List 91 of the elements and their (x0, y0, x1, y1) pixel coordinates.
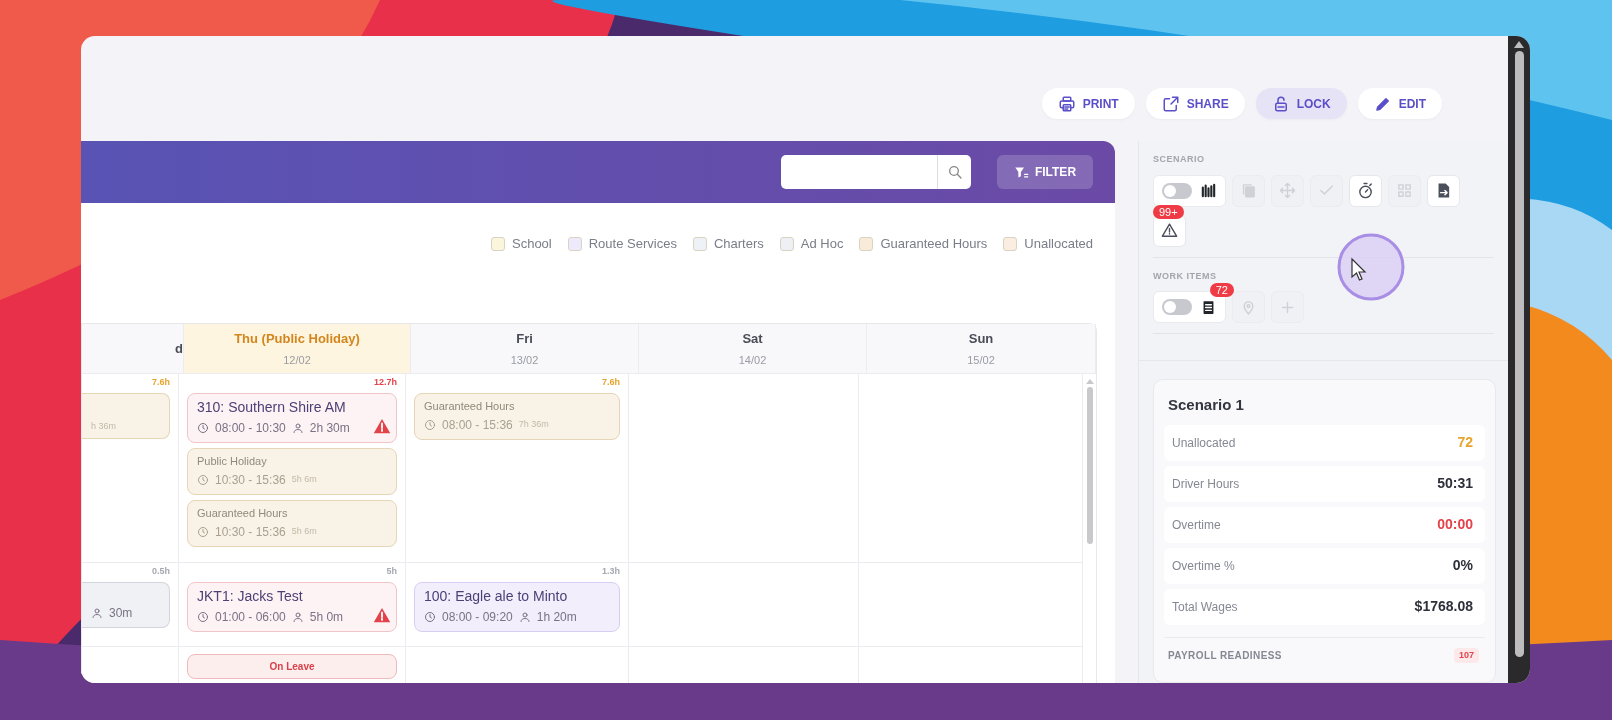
stopwatch-icon (1357, 182, 1374, 199)
stat-value: 50:31 (1437, 474, 1473, 493)
search-button[interactable] (937, 155, 971, 189)
event-time: 08:00 - 10:30 (215, 420, 286, 437)
section-label: SCENARIO (1153, 153, 1206, 166)
section-label: WORK ITEMS (1153, 269, 1218, 283)
event-card[interactable]: On Leave (187, 654, 397, 679)
card-title: Scenario 1 (1168, 395, 1245, 415)
legend-label: Ad Hoc (800, 235, 844, 253)
event-title: Guaranteed Hours (424, 399, 516, 413)
legend-label: Charters (713, 235, 764, 253)
legend-label: Unallocated (1024, 235, 1093, 253)
toolbar-button[interactable]: PRINT (1041, 88, 1135, 119)
day-name: Thu (Public Holiday) (234, 329, 360, 348)
stat-label: Unallocated (1172, 434, 1236, 452)
printer-icon (1057, 94, 1076, 113)
hours-total: 12.7h (374, 376, 397, 388)
hours-total: 5h (386, 565, 397, 577)
hours-total: 0.5h (152, 565, 170, 577)
stat-label: Driver Hours (1172, 475, 1240, 493)
event-title: Public Holiday (197, 454, 268, 468)
clock-icon (197, 611, 209, 623)
stat-label: Overtime (1172, 516, 1221, 534)
day-date: 15/02 (967, 353, 995, 368)
event-card[interactable]: 310: Southern Shire AM 08:00 - 10:30 2h 30m (187, 393, 397, 443)
event-duration: 2h 30m (309, 420, 350, 437)
event-title: 310: Southern Shire AM (197, 399, 347, 416)
event-time: 08:00 - 09:20 (442, 609, 513, 626)
legend-label: Route Services (588, 235, 677, 253)
person-icon (291, 422, 304, 434)
toolbar-button[interactable]: EDIT (1357, 88, 1442, 119)
count-badge: 107 (1453, 647, 1479, 663)
event-duration: 5h 0m (309, 609, 344, 626)
day-name: d (175, 339, 183, 358)
legend-label: Guaranteed Hours (880, 235, 988, 253)
clock-icon (197, 526, 209, 538)
search-field[interactable] (781, 155, 937, 189)
stat-value: $1768.08 (1414, 597, 1473, 616)
person-icon (518, 611, 531, 623)
clock-icon (424, 611, 436, 623)
hours-total: 7.6h (602, 376, 620, 388)
clock-icon (424, 419, 436, 431)
day-name: Fri (516, 329, 533, 348)
event-card[interactable]: 30m (82, 582, 170, 628)
day-date: 14/02 (738, 353, 767, 368)
event-duration: 30m (109, 605, 133, 622)
stat-value: 00:00 (1437, 515, 1473, 534)
event-time: 08:00 - 15:36 (442, 417, 513, 434)
event-time: 10:30 - 15:36 (215, 524, 286, 541)
event-time: 01:00 - 06:00 (215, 609, 286, 626)
clock-icon (197, 422, 209, 434)
hours-total: 7.6h (152, 376, 170, 388)
stat-value: 0% (1452, 556, 1473, 575)
toggle-switch[interactable] (1162, 299, 1192, 315)
stat-value: 72 (1457, 433, 1473, 452)
event-title: Guaranteed Hours (197, 506, 289, 520)
person-icon (291, 611, 304, 623)
toolbar-button[interactable]: SHARE (1145, 88, 1245, 119)
day-name: Sun (968, 329, 994, 348)
event-card[interactable]: 100: Eagle ale to Minto 08:00 - 09:20 1h 20m (414, 582, 620, 632)
scroll-bar[interactable] (1508, 36, 1530, 683)
event-duration: 1h 20m (536, 609, 577, 626)
section-label: PAYROLL READINESS (1168, 648, 1282, 663)
move-icon (1279, 182, 1296, 199)
day-date: 12/02 (283, 353, 311, 368)
day-name: Sat (742, 329, 763, 348)
clock-icon (197, 474, 209, 486)
legend-label: School (512, 235, 552, 253)
person-icon (91, 607, 103, 619)
bar-chart-icon (1200, 182, 1217, 199)
toolbar-button[interactable]: LOCK (1255, 88, 1347, 119)
event-title: JKT1: Jacks Test (197, 588, 304, 605)
event-card[interactable]: JKT1: Jacks Test 01:00 - 06:00 5h 0m (187, 582, 397, 632)
stat-label: Total Wages (1172, 598, 1238, 616)
filter-button[interactable]: FILTER (997, 155, 1093, 189)
hours-total: 1.3h (602, 565, 620, 577)
tool-button[interactable] (1427, 174, 1460, 207)
event-title: On Leave (269, 660, 315, 674)
external-link-icon (1161, 94, 1180, 113)
event-title: 100: Eagle ale to Minto (424, 588, 569, 605)
count-badge: 72 (1209, 283, 1234, 297)
day-date: 13/02 (510, 353, 539, 368)
cursor-icon (1337, 233, 1405, 301)
toggle-switch[interactable] (1162, 182, 1192, 199)
copy-icon (1240, 182, 1257, 199)
grid-icon (1396, 182, 1413, 199)
tool-button[interactable] (1349, 174, 1382, 207)
event-time: 10:30 - 15:36 (215, 472, 286, 489)
stat-label: Overtime % (1172, 557, 1235, 575)
warning-icon (1161, 222, 1178, 239)
search-icon (946, 164, 963, 180)
